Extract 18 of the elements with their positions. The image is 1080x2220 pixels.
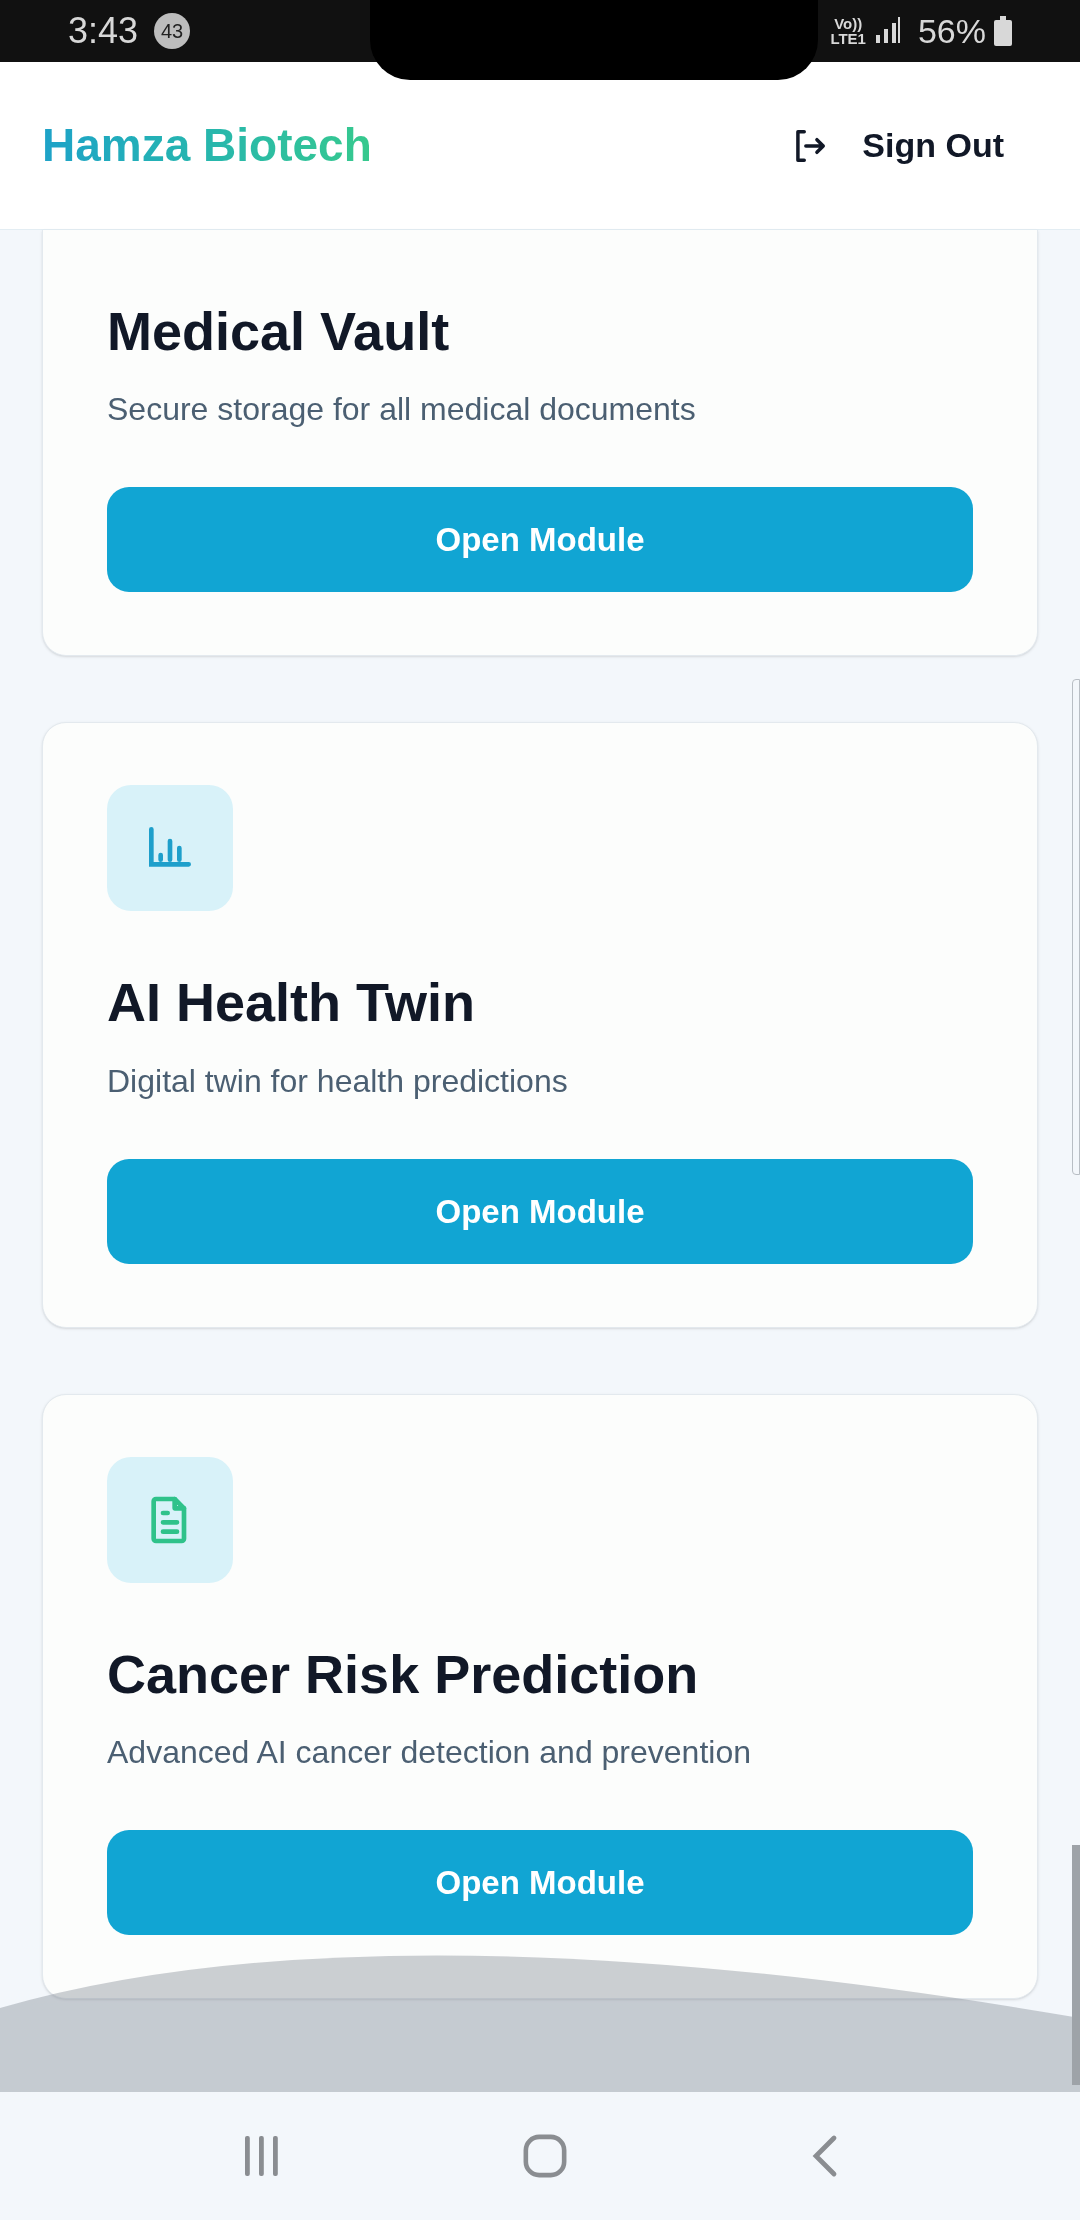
open-module-button[interactable]: Open Module — [107, 1158, 973, 1264]
network-label: LTE1 — [830, 31, 866, 46]
notification-badge: 43 — [154, 13, 191, 49]
open-module-button[interactable]: Open Module — [107, 487, 973, 593]
module-title: Medical Vault — [107, 302, 451, 362]
module-title: AI Health Twin — [107, 973, 476, 1033]
home-icon[interactable] — [522, 2133, 568, 2179]
module-description: Advanced AI cancer detection and prevention — [107, 1733, 752, 1773]
module-description: Digital twin for health predictions — [107, 1061, 569, 1101]
open-module-button[interactable]: Open Module — [107, 1830, 973, 1936]
status-time: 3:43 — [68, 9, 139, 53]
module-title: Cancer Risk Prediction — [107, 1644, 700, 1705]
sign-out-button[interactable]: Sign Out — [790, 120, 1004, 171]
signal-icon — [873, 17, 902, 45]
battery-icon — [994, 16, 1012, 46]
volte-label: Vo)) — [834, 16, 863, 31]
module-description: Secure storage for all medical documents — [107, 390, 697, 430]
battery-percent: 56% — [917, 10, 986, 52]
